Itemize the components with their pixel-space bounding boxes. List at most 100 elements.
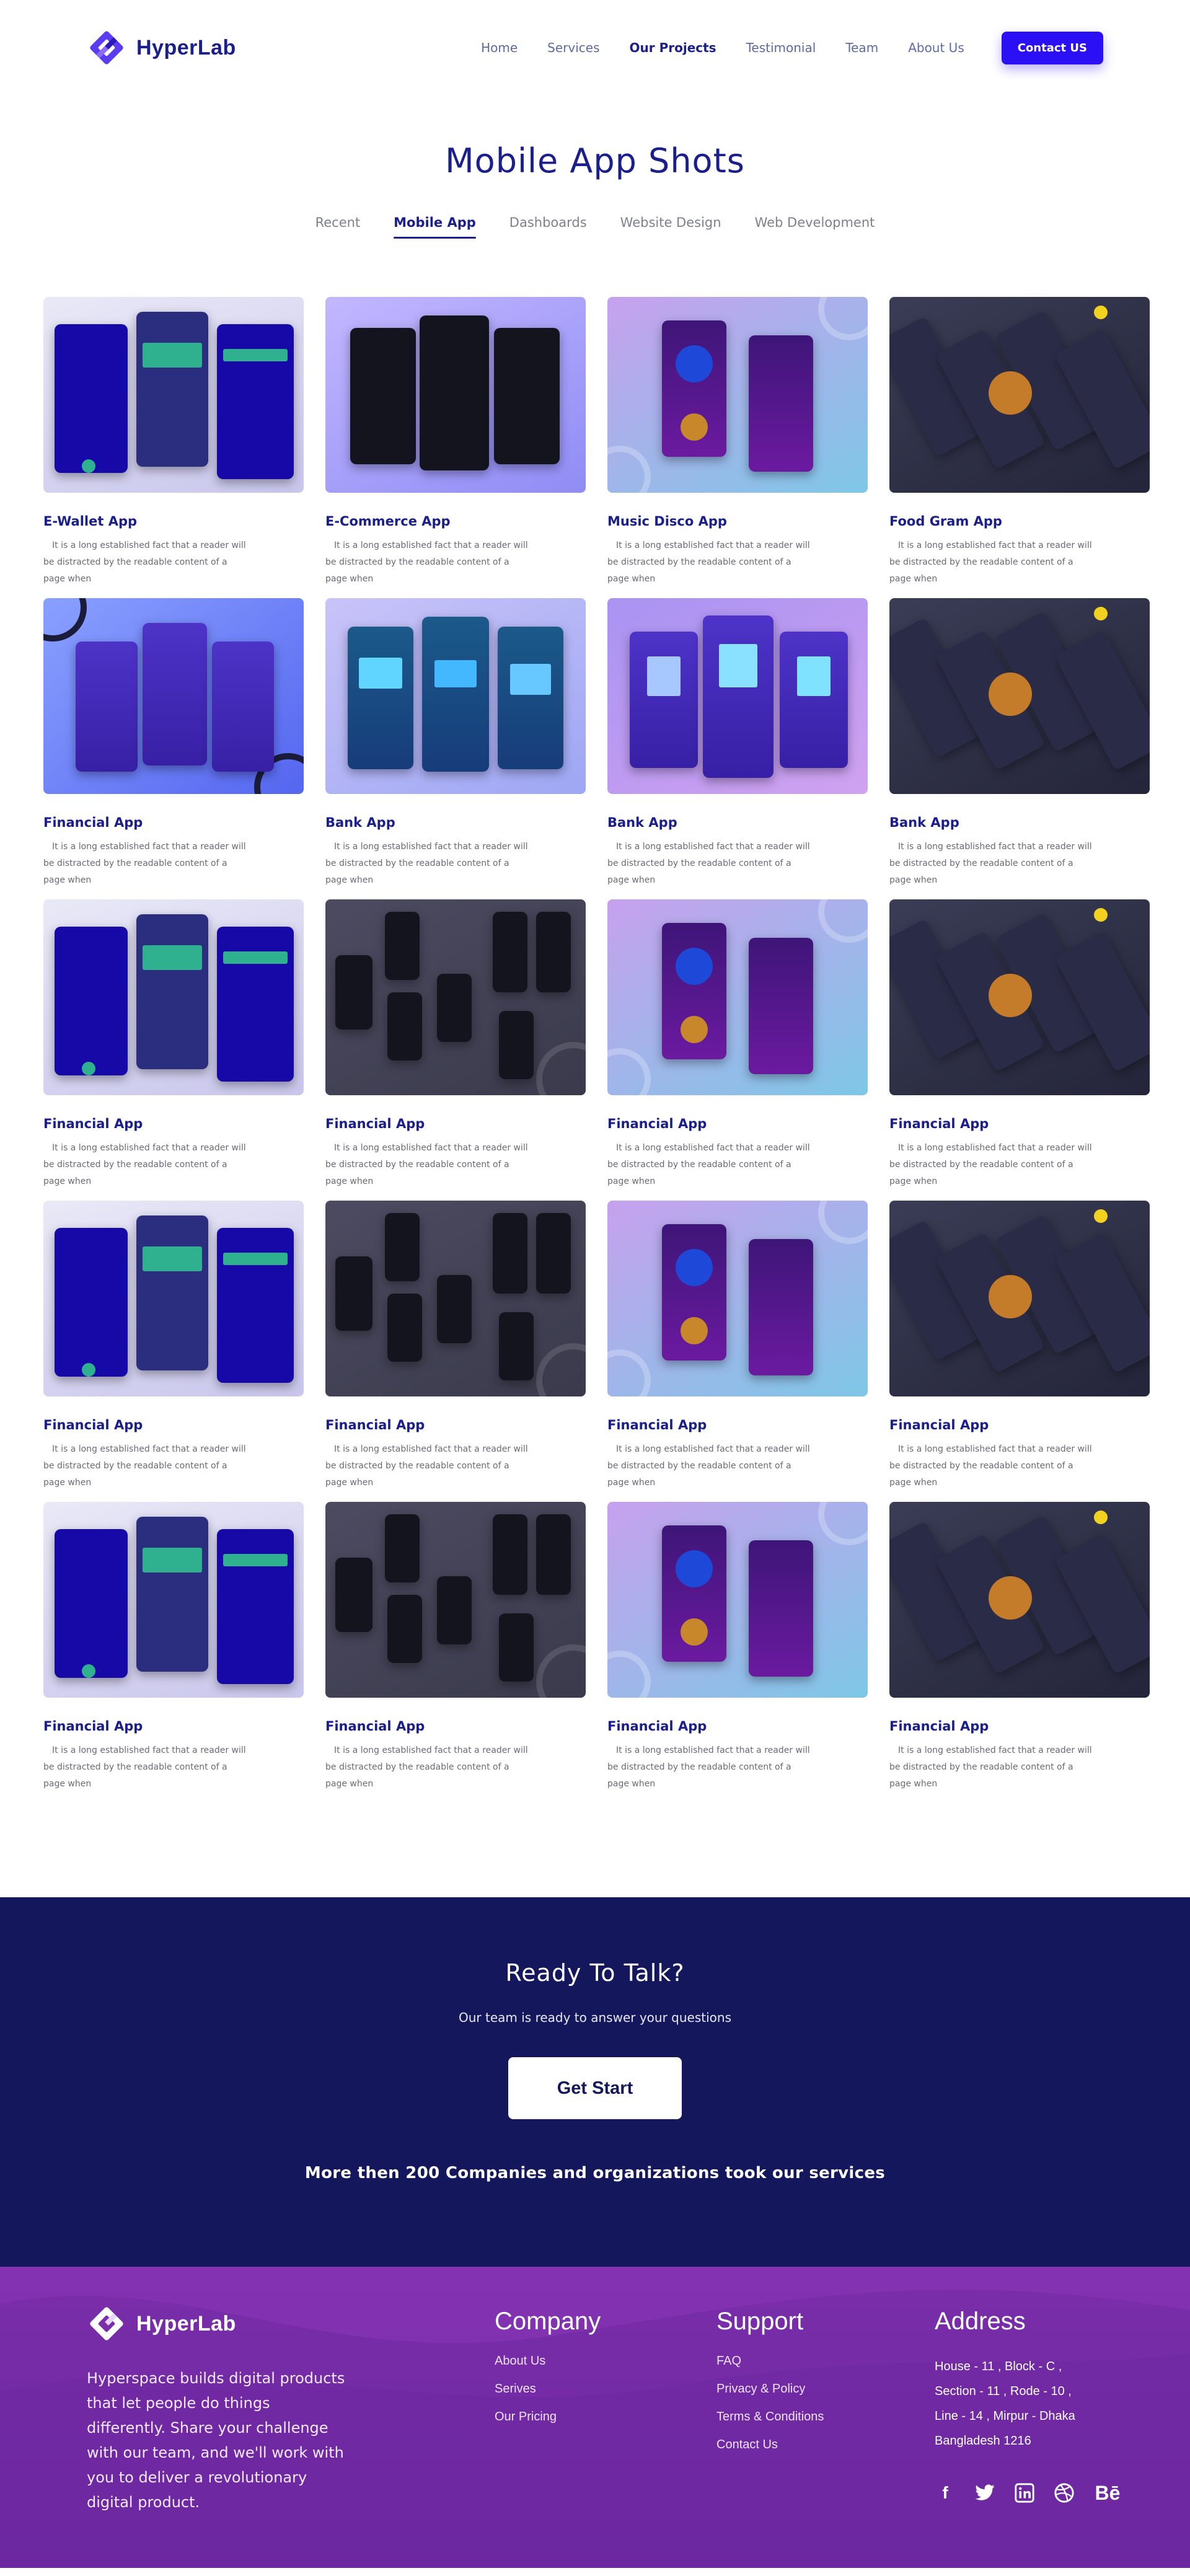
project-card[interactable]: Financial App It is a long established fa… (607, 1502, 868, 1803)
project-card[interactable]: Bank App It is a long established fact th… (607, 598, 868, 899)
facebook-icon[interactable]: f (935, 2482, 956, 2503)
footer-link-terms[interactable]: Terms & Conditions (716, 2410, 824, 2424)
project-thumbnail[interactable] (43, 1201, 304, 1396)
project-card[interactable]: Financial App It is a long established fa… (889, 1502, 1150, 1803)
project-thumbnail[interactable] (43, 899, 304, 1095)
project-title[interactable]: Bank App (325, 815, 586, 830)
project-thumbnail[interactable] (607, 899, 868, 1095)
footer-link-our-pricing[interactable]: Our Pricing (495, 2410, 601, 2424)
footer-link-about-us[interactable]: About Us (495, 2354, 601, 2368)
footer-link-services[interactable]: Serives (495, 2382, 601, 2396)
project-card[interactable]: Financial App It is a long established fa… (889, 1201, 1150, 1502)
project-thumbnail[interactable] (607, 1502, 868, 1698)
project-thumbnail[interactable] (607, 1201, 868, 1396)
project-card[interactable]: Food Gram App It is a long established fa… (889, 297, 1150, 598)
project-card[interactable]: Bank App It is a long established fact th… (325, 598, 586, 899)
project-description: It is a long established fact that a rea… (607, 540, 810, 584)
project-description: It is a long established fact that a rea… (889, 540, 1092, 584)
project-description: It is a long established fact that a rea… (43, 1143, 246, 1186)
cta-section: Ready To Talk? Our team is ready to answ… (0, 1897, 1190, 2267)
tab-mobile-app[interactable]: Mobile App (394, 215, 476, 239)
tab-dashboards[interactable]: Dashboards (509, 215, 587, 239)
footer-logo[interactable]: HyperLab (87, 2304, 353, 2344)
hyperlab-logo-icon (90, 31, 123, 64)
footer-address-heading: Address (935, 2308, 1026, 2335)
nav-link-our-projects[interactable]: Our Projects (630, 40, 716, 55)
project-title[interactable]: E-Commerce App (325, 514, 586, 529)
project-title[interactable]: Food Gram App (889, 514, 1150, 529)
project-title[interactable]: Financial App (325, 1116, 586, 1131)
project-card[interactable]: Financial App It is a long established fa… (43, 1201, 304, 1502)
project-title[interactable]: Financial App (607, 1719, 868, 1734)
nav-link-about-us[interactable]: About Us (908, 40, 964, 55)
project-thumbnail[interactable] (325, 899, 586, 1095)
project-title[interactable]: Financial App (325, 1418, 586, 1432)
project-card[interactable]: Financial App It is a long established fa… (43, 899, 304, 1201)
project-card[interactable]: E-Commerce App It is a long established f… (325, 297, 586, 598)
project-card[interactable]: Financial App It is a long established fa… (43, 1502, 304, 1803)
project-thumbnail[interactable] (889, 899, 1150, 1095)
project-title[interactable]: Financial App (43, 815, 304, 830)
project-thumbnail[interactable] (43, 598, 304, 794)
project-title[interactable]: Bank App (607, 815, 868, 830)
project-thumbnail[interactable] (889, 297, 1150, 493)
footer-link-faq[interactable]: FAQ (716, 2354, 824, 2368)
project-title[interactable]: Financial App (43, 1719, 304, 1734)
project-description: It is a long established fact that a rea… (889, 1745, 1092, 1789)
project-card[interactable]: Financial App It is a long established fa… (607, 899, 868, 1201)
footer-link-contact-us[interactable]: Contact Us (716, 2438, 824, 2452)
project-title[interactable]: Financial App (43, 1116, 304, 1131)
project-thumbnail[interactable] (43, 297, 304, 493)
project-thumbnail[interactable] (607, 598, 868, 794)
project-thumbnail[interactable] (889, 1201, 1150, 1396)
project-card[interactable]: E-Wallet App It is a long established fac… (43, 297, 304, 598)
project-thumbnail[interactable] (325, 1201, 586, 1396)
dribbble-icon[interactable] (1054, 2482, 1075, 2503)
project-title[interactable]: Bank App (889, 815, 1150, 830)
project-thumbnail[interactable] (889, 598, 1150, 794)
project-card[interactable]: Financial App It is a long established fa… (43, 598, 304, 899)
tab-recent[interactable]: Recent (315, 215, 361, 239)
project-card[interactable]: Financial App It is a long established fa… (325, 1201, 586, 1502)
top-nav: HyperLab Home Services Our Projects Test… (0, 0, 1190, 95)
project-title[interactable]: Financial App (607, 1418, 868, 1432)
nav-link-testimonial[interactable]: Testimonial (746, 40, 816, 55)
project-title[interactable]: E-Wallet App (43, 514, 304, 529)
project-title[interactable]: Financial App (889, 1116, 1150, 1131)
project-description: It is a long established fact that a rea… (43, 1745, 246, 1789)
project-title[interactable]: Financial App (889, 1719, 1150, 1734)
project-description: It is a long established fact that a rea… (325, 1143, 528, 1186)
project-card[interactable]: Financial App It is a long established fa… (889, 899, 1150, 1201)
tab-website-design[interactable]: Website Design (620, 215, 721, 239)
nav-link-services[interactable]: Services (547, 40, 599, 55)
project-card[interactable]: Financial App It is a long established fa… (325, 899, 586, 1201)
project-thumbnail[interactable] (607, 297, 868, 493)
footer-link-privacy[interactable]: Privacy & Policy (716, 2382, 824, 2396)
brand-name: HyperLab (136, 35, 236, 60)
project-thumbnail[interactable] (889, 1502, 1150, 1698)
behance-icon[interactable]: Bē (1093, 2482, 1122, 2504)
nav-link-team[interactable]: Team (845, 40, 878, 55)
get-start-button[interactable]: Get Start (508, 2057, 682, 2119)
project-thumbnail[interactable] (325, 297, 586, 493)
project-description: It is a long established fact that a rea… (43, 1444, 246, 1488)
project-card[interactable]: Financial App It is a long established fa… (325, 1502, 586, 1803)
project-title[interactable]: Financial App (889, 1418, 1150, 1432)
project-card[interactable]: Music Disco App It is a long established … (607, 297, 868, 598)
tab-web-development[interactable]: Web Development (755, 215, 875, 239)
project-card[interactable]: Bank App It is a long established fact th… (889, 598, 1150, 899)
project-thumbnail[interactable] (325, 1502, 586, 1698)
linkedin-icon[interactable] (1014, 2482, 1035, 2503)
project-title[interactable]: Music Disco App (607, 514, 868, 529)
project-title[interactable]: Financial App (43, 1418, 304, 1432)
project-thumbnail[interactable] (43, 1502, 304, 1698)
nav-link-home[interactable]: Home (481, 40, 518, 55)
contact-us-button[interactable]: Contact US (1001, 31, 1103, 64)
project-title[interactable]: Financial App (325, 1719, 586, 1734)
project-thumbnail[interactable] (325, 598, 586, 794)
project-card[interactable]: Financial App It is a long established fa… (607, 1201, 868, 1502)
project-title[interactable]: Financial App (607, 1116, 868, 1131)
brand[interactable]: HyperLab (87, 28, 236, 68)
project-description: It is a long established fact that a rea… (889, 842, 1092, 885)
twitter-icon[interactable] (974, 2482, 995, 2503)
